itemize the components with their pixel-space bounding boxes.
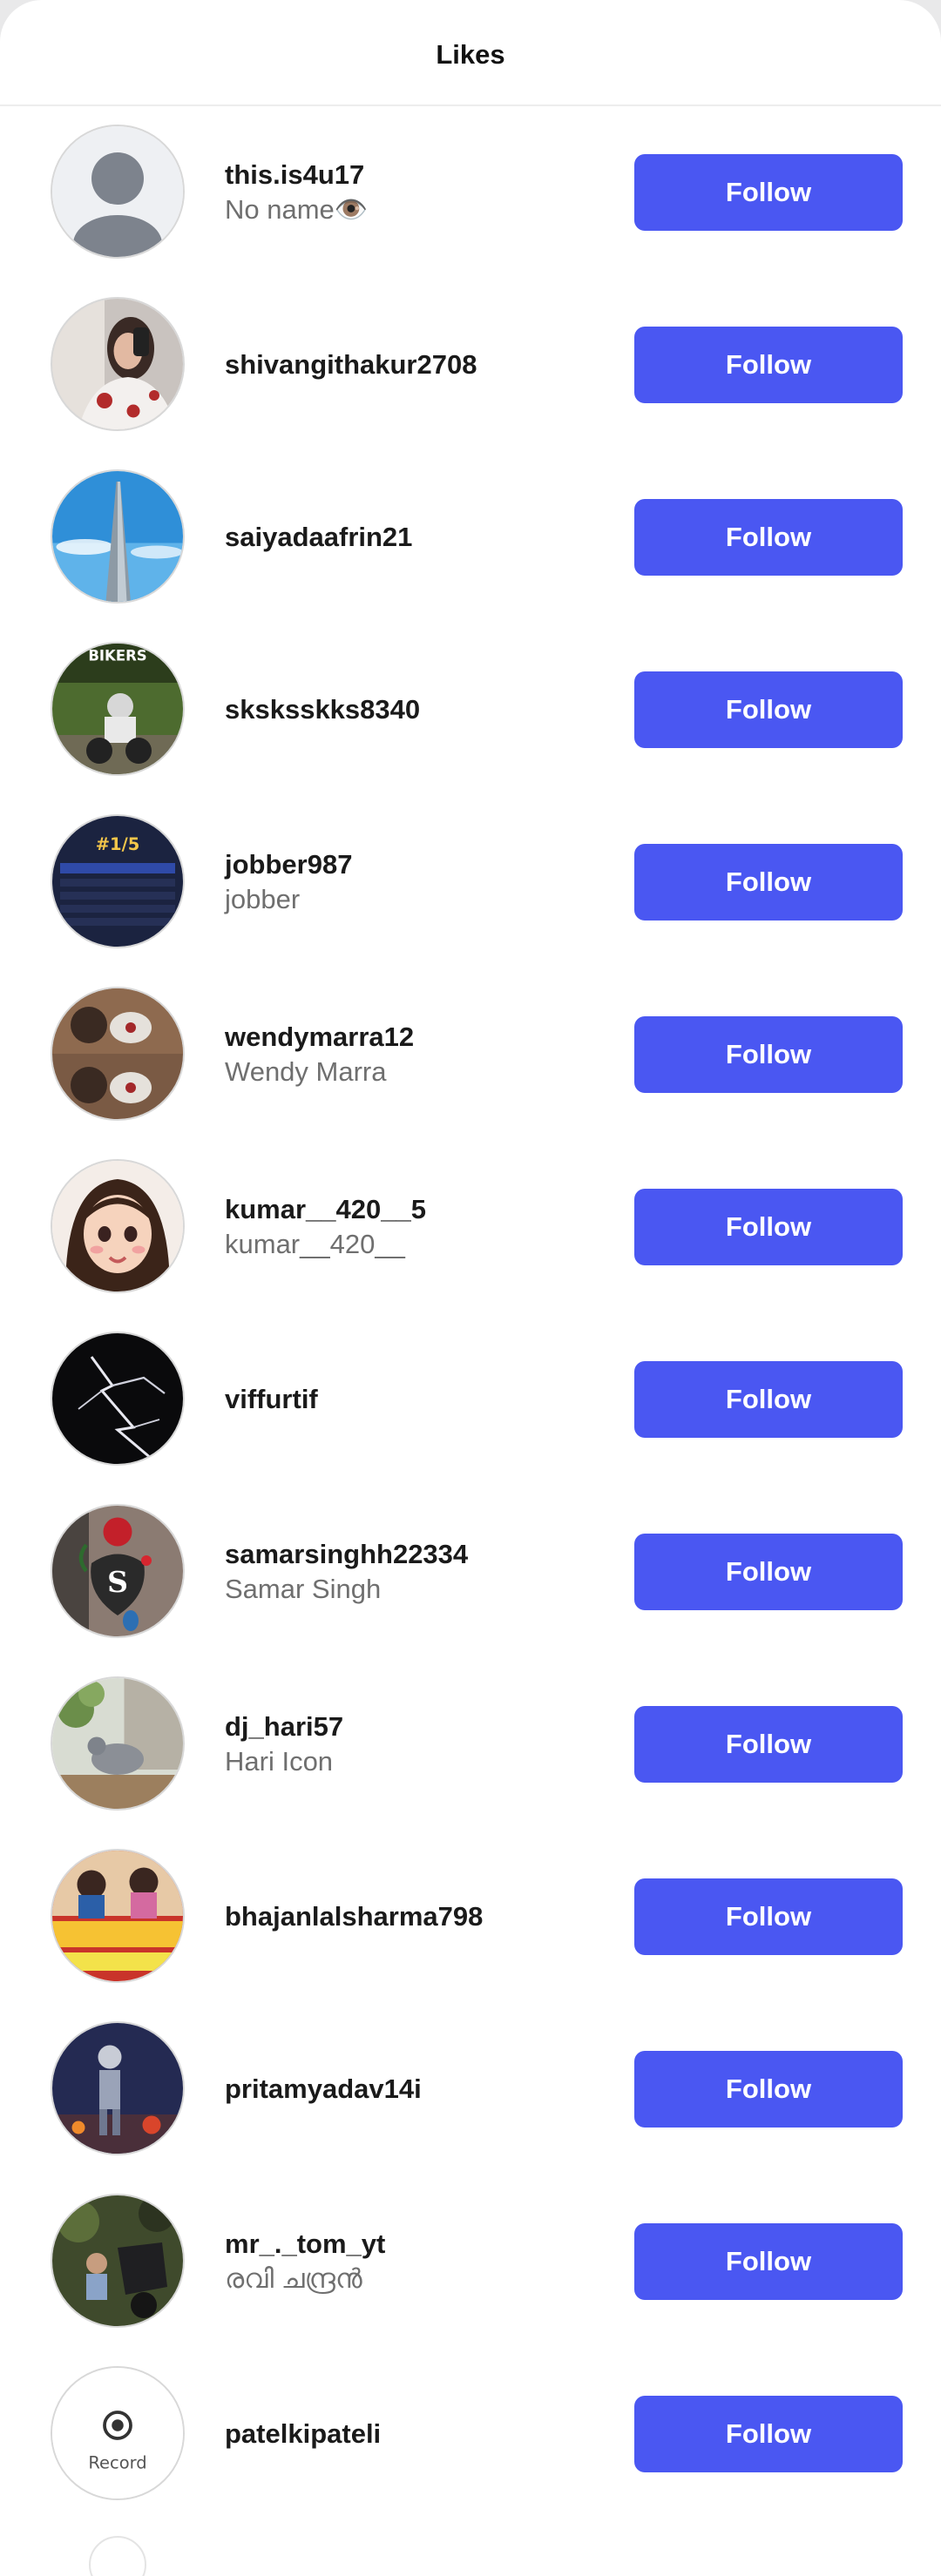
avatar — [89, 2536, 146, 2576]
list-item[interactable]: Record patelkipateli Follow — [0, 2348, 941, 2520]
avatar[interactable]: Record — [51, 2366, 185, 2500]
avatar[interactable] — [51, 1676, 185, 1811]
full-name: Wendy Marra — [225, 1056, 387, 1087]
list-item[interactable]: dj_hari57 Hari Icon Follow — [0, 1658, 941, 1831]
tower-sky-photo-icon — [52, 471, 183, 602]
list-item[interactable]: this.is4u17 No name👁️ Follow — [0, 106, 941, 279]
record-label: Record — [88, 2453, 146, 2473]
follow-button[interactable]: Follow — [634, 154, 903, 231]
movie-poster-icon — [52, 1851, 183, 1981]
collage-photo-icon — [52, 988, 183, 1119]
username[interactable]: kumar__420__5 — [225, 1192, 426, 1227]
full-name: No name👁️ — [225, 194, 369, 225]
lightning-photo-icon — [52, 1333, 183, 1464]
full-name: Samar Singh — [225, 1574, 382, 1604]
username[interactable]: this.is4u17 — [225, 158, 368, 192]
avatar[interactable]: #1/5 — [51, 814, 185, 948]
username[interactable]: bhajanlalsharma798 — [225, 1899, 483, 1934]
username[interactable]: viffurtif — [225, 1382, 318, 1417]
list-item[interactable]: shivangithakur2708 Follow — [0, 279, 941, 451]
full-name: jobber — [225, 884, 301, 914]
record-avatar-icon: Record — [52, 2368, 183, 2498]
pigeon-photo-icon — [52, 1678, 183, 1809]
list-item[interactable]: S samarsinghh22334 Samar Singh Follow — [0, 1486, 941, 1658]
avatar[interactable] — [51, 469, 185, 604]
follow-button[interactable]: Follow — [634, 2051, 903, 2128]
game-character-icon — [52, 2023, 183, 2154]
avatar[interactable] — [51, 297, 185, 431]
rose-letter-s-icon: S — [52, 1506, 183, 1636]
avatar[interactable] — [51, 987, 185, 1121]
username[interactable]: dj_hari57 — [225, 1709, 343, 1744]
motorbike-photo-icon — [52, 2195, 183, 2326]
follow-button[interactable]: Follow — [634, 1361, 903, 1438]
follow-button[interactable]: Follow — [634, 1016, 903, 1093]
list-item[interactable]: saiyadaafrin21 Follow — [0, 451, 941, 624]
list-item[interactable]: kumar__420__5 kumar__420__ Follow — [0, 1141, 941, 1313]
list-item[interactable]: mr_._tom_yt രവി ചന്ദ്രൻ Follow — [0, 2175, 941, 2348]
full-name: kumar__420__ — [225, 1229, 405, 1259]
avatar[interactable] — [51, 125, 185, 259]
list-item[interactable]: viffurtif Follow — [0, 1313, 941, 1486]
follow-button[interactable]: Follow — [634, 2396, 903, 2472]
avatar[interactable] — [51, 1159, 185, 1293]
follow-button[interactable]: Follow — [634, 671, 903, 748]
username[interactable]: samarsinghh22334 — [225, 1537, 468, 1572]
svg-text:#1/5: #1/5 — [96, 834, 140, 854]
avatar[interactable]: S — [51, 1504, 185, 1638]
follow-button[interactable]: Follow — [634, 1189, 903, 1265]
avatar[interactable] — [51, 1332, 185, 1466]
likes-header: Likes — [0, 0, 941, 106]
avatar[interactable] — [51, 2194, 185, 2328]
username[interactable]: saiyadaafrin21 — [225, 520, 412, 555]
list-item[interactable]: wendymarra12 Wendy Marra Follow — [0, 968, 941, 1141]
username[interactable]: mr_._tom_yt — [225, 2227, 385, 2262]
list-item[interactable]: bhajanlalsharma798 Follow — [0, 1831, 941, 2003]
follow-button[interactable]: Follow — [634, 1534, 903, 1610]
bikers-photo-icon: BIKERS — [52, 644, 183, 774]
follow-button[interactable]: Follow — [634, 844, 903, 920]
username[interactable]: jobber987 — [225, 847, 352, 882]
full-name: Hari Icon — [225, 1746, 334, 1777]
list-item[interactable]: pritamyadav14i Follow — [0, 2003, 941, 2175]
avatar[interactable] — [51, 2021, 185, 2155]
avatar[interactable]: BIKERS — [51, 642, 185, 776]
full-name: രവി ചന്ദ്രൻ — [225, 2263, 362, 2294]
username[interactable]: shivangithakur2708 — [225, 347, 477, 382]
cartoon-girl-icon — [52, 1161, 183, 1291]
page-title: Likes — [436, 39, 505, 70]
list-item[interactable]: BIKERS sksksskks8340 Follow — [0, 624, 941, 796]
username[interactable]: wendymarra12 — [225, 1020, 414, 1055]
follow-button[interactable]: Follow — [634, 1706, 903, 1783]
game-scoreboard-icon: #1/5 — [52, 816, 183, 947]
username[interactable]: pritamyadav14i — [225, 2072, 422, 2107]
follow-button[interactable]: Follow — [634, 2223, 903, 2300]
svg-text:BIKERS: BIKERS — [88, 648, 146, 664]
list-item[interactable]: #1/5 jobber987 jobber Follow — [0, 796, 941, 968]
follow-button[interactable]: Follow — [634, 1878, 903, 1955]
username[interactable]: patelkipateli — [225, 2417, 381, 2451]
selfie-photo-icon — [52, 299, 183, 429]
svg-text:S: S — [107, 1565, 128, 1599]
username[interactable]: sksksskks8340 — [225, 692, 420, 727]
follow-button[interactable]: Follow — [634, 499, 903, 576]
default-avatar-icon — [52, 126, 183, 257]
likes-sheet: Likes this.is4u17 No name👁️ Follow shiva… — [0, 0, 941, 2576]
follow-button[interactable]: Follow — [634, 327, 903, 403]
avatar[interactable] — [51, 1849, 185, 1983]
